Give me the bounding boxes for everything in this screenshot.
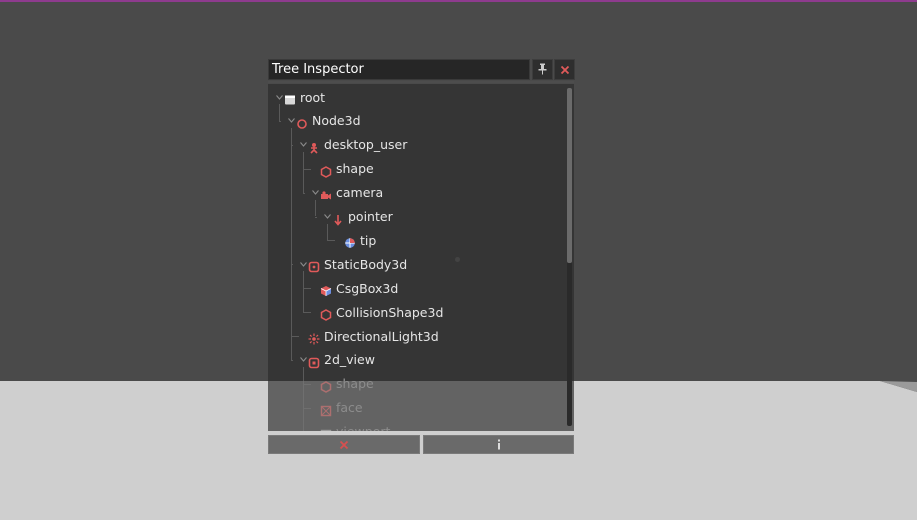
close-icon [339, 435, 349, 454]
viewport-icon [320, 426, 332, 431]
tree-item-staticbody3d[interactable]: StaticBody3d [298, 253, 407, 275]
chevron-down-icon[interactable] [310, 182, 320, 204]
tree-guide-line [303, 151, 304, 193]
pin-button[interactable] [532, 59, 553, 80]
tree-item-label: shape [336, 376, 374, 392]
close-icon [560, 60, 570, 79]
tree-item-shape[interactable]: shape [310, 373, 374, 395]
tree-inspector-window: Tree Inspector root Node3d desktop_user sh [268, 58, 575, 454]
tree-item-label: root [300, 89, 326, 105]
tree-item-label: camera [336, 185, 384, 201]
pointer-arrow-icon [332, 211, 344, 226]
tree-item-label: shape [336, 161, 374, 177]
collision-shape-icon [320, 306, 332, 321]
tree-guide-line [303, 192, 305, 194]
tree-item-label: StaticBody3d [324, 256, 408, 272]
info-button[interactable] [423, 435, 574, 454]
tree-guide-line [291, 359, 293, 361]
tree-guide-line [291, 144, 293, 146]
title-bar[interactable]: Tree Inspector [268, 58, 575, 81]
tree-item-csgbox3d[interactable]: CsgBox3d [310, 277, 398, 299]
chevron-down-icon[interactable] [274, 86, 284, 108]
bottom-buttons [268, 435, 574, 454]
tree-guide-line [279, 120, 281, 122]
tree-guide-line [303, 366, 304, 431]
tree-item-label: pointer [348, 209, 393, 224]
tree-item-directionallight3d[interactable]: DirectionalLight3d [298, 325, 439, 347]
chevron-down-icon[interactable] [298, 253, 308, 275]
title-divider [268, 81, 574, 83]
tree-guide-line [291, 264, 293, 266]
shape-icon [320, 163, 332, 178]
scene-tree[interactable]: root Node3d desktop_usershape camera pointer… [268, 84, 574, 431]
close-window-button[interactable] [554, 59, 575, 80]
tree-item-pointer[interactable]: pointer [322, 206, 393, 228]
tree-item-collisionshape3d[interactable]: CollisionShape3d [310, 301, 443, 323]
tree-item-shape[interactable]: shape [310, 158, 374, 180]
tree-item-label: desktop_user [324, 137, 408, 153]
desktop-user-icon [308, 139, 320, 154]
chevron-down-icon[interactable] [322, 206, 332, 228]
tree-item-desktop-user[interactable]: desktop_user [298, 134, 407, 156]
scrollbar-thumb[interactable] [567, 88, 572, 263]
window-title: Tree Inspector [272, 62, 364, 77]
tree-item-label: CsgBox3d [336, 280, 399, 296]
tree-item-label: 2d_view [324, 352, 375, 368]
tree-guide-line [291, 127, 292, 360]
tree-guide-line [303, 271, 304, 313]
directional-light-icon [308, 330, 320, 345]
tree-item-label: tip [360, 232, 377, 248]
view-2d-icon [308, 354, 320, 369]
node3d-icon [296, 115, 308, 129]
tree-item-viewport[interactable]: viewport [310, 421, 390, 431]
tree-item-node3d[interactable]: Node3d [286, 110, 361, 132]
tree-item-label: Node3d [312, 113, 361, 129]
chevron-down-icon[interactable] [286, 110, 296, 132]
info-icon [497, 435, 501, 454]
tree-item-root[interactable]: root [274, 86, 325, 108]
face-icon [320, 402, 332, 416]
tree-item-label: DirectionalLight3d [324, 328, 439, 344]
tree-item-face[interactable]: face [310, 397, 363, 419]
chevron-down-icon[interactable] [298, 134, 308, 156]
static-body-icon [308, 258, 320, 273]
title-field: Tree Inspector [268, 59, 530, 80]
tip-sphere-icon [344, 234, 356, 249]
shape-icon [320, 378, 332, 393]
tree-item-2d-view[interactable]: 2d_view [298, 349, 375, 371]
close-button[interactable] [268, 435, 420, 454]
tree-item-label: face [336, 400, 363, 416]
chevron-down-icon[interactable] [298, 349, 308, 371]
tree-item-label: CollisionShape3d [336, 304, 444, 320]
pin-icon [537, 60, 548, 79]
root-window-icon [284, 91, 296, 105]
tree-guide-line [315, 216, 317, 218]
camera-icon [320, 187, 332, 200]
tree-item-tip[interactable]: tip [334, 229, 376, 251]
vertical-scrollbar[interactable] [567, 88, 572, 426]
tree-item-label: viewport [336, 424, 390, 431]
tree-item-camera[interactable]: camera [310, 182, 383, 204]
csg-box-icon [320, 282, 332, 297]
window-top-accent [0, 0, 917, 2]
